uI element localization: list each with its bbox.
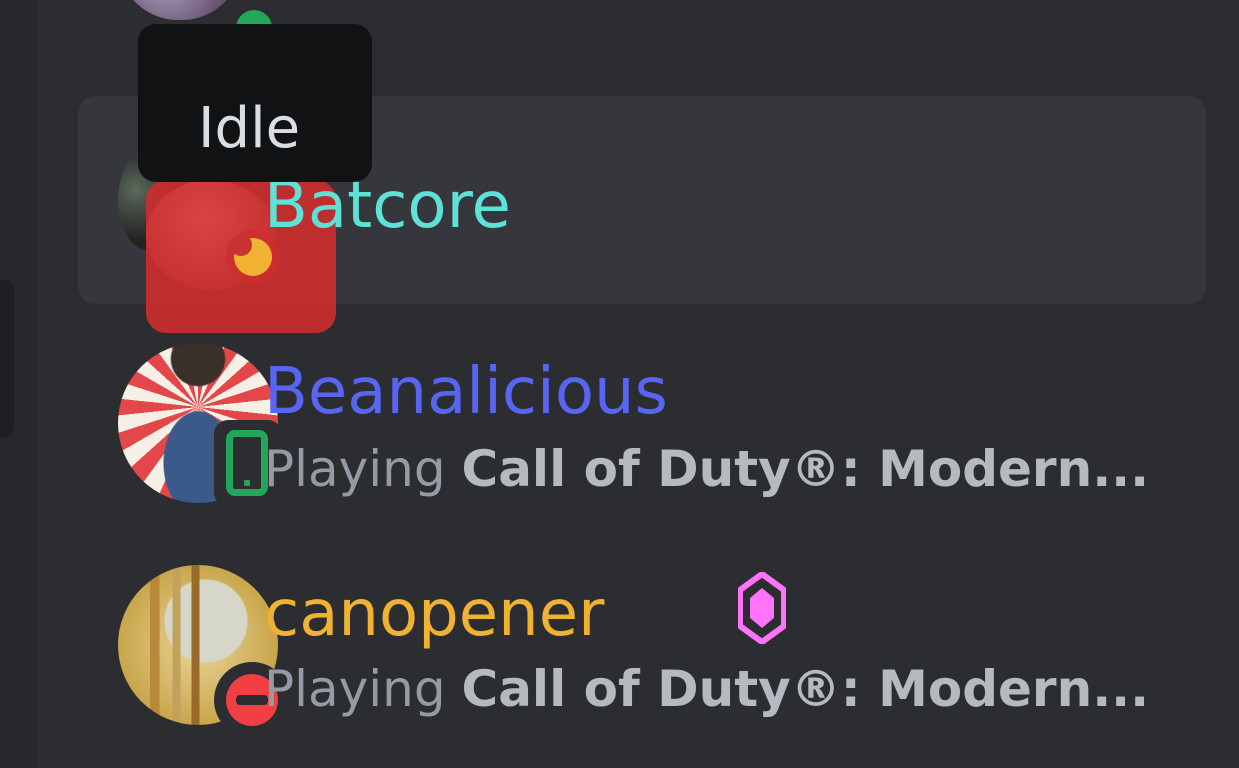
mobile-phone-icon <box>226 430 268 496</box>
activity-status: Playing Call of Duty®: Modern... <box>264 444 1149 494</box>
activity-prefix: Playing <box>264 660 446 718</box>
nitro-gem-icon[interactable] <box>738 572 786 644</box>
activity-game: Call of Duty®: Modern... <box>461 440 1150 498</box>
status-tooltip: Idle <box>138 24 372 182</box>
activity-prefix: Playing <box>264 440 446 498</box>
tooltip-text: Idle <box>198 96 301 161</box>
username-beanalicious[interactable]: Beanalicious <box>264 360 668 424</box>
activity-game: Call of Duty®: Modern... <box>461 660 1150 718</box>
activity-status: Playing Call of Duty®: Modern... <box>264 664 1149 714</box>
left-scroll-pill <box>0 280 14 438</box>
username-batcore[interactable]: Batcore <box>264 174 511 238</box>
username-canopener[interactable]: canopener <box>264 582 604 646</box>
